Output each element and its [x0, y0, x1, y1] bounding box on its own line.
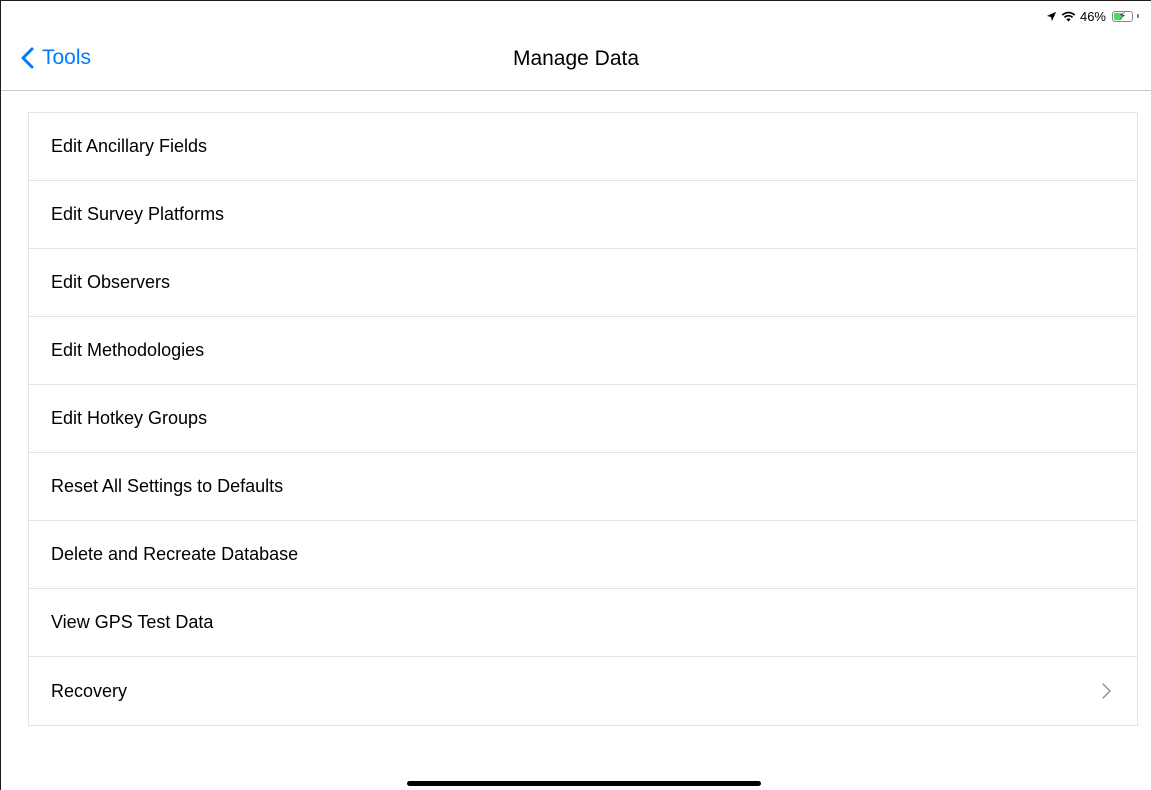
- manage-data-list: Edit Ancillary Fields Edit Survey Platfor…: [28, 112, 1138, 726]
- battery-nub: [1137, 14, 1139, 18]
- list-item-delete-and-recreate-database[interactable]: Delete and Recreate Database: [29, 521, 1137, 589]
- list-item-recovery[interactable]: Recovery: [29, 657, 1137, 725]
- list-item-label: Edit Methodologies: [51, 340, 205, 360]
- list-item-edit-ancillary-fields[interactable]: Edit Ancillary Fields: [29, 113, 1137, 181]
- list-item-reset-all-settings-to-defaults[interactable]: Reset All Settings to Defaults: [29, 453, 1137, 521]
- list-item-label: Edit Hotkey Groups: [51, 408, 208, 428]
- page-title: Manage Data: [512, 47, 640, 70]
- list-item-label: Reset All Settings to Defaults: [51, 476, 284, 496]
- location-arrow-icon: [1046, 11, 1057, 22]
- list-item-edit-methodologies[interactable]: Edit Methodologies: [29, 317, 1137, 385]
- list-item-edit-observers[interactable]: Edit Observers: [29, 249, 1137, 317]
- battery-percent: 46%: [1079, 8, 1106, 24]
- list-item-edit-survey-platforms[interactable]: Edit Survey Platforms: [29, 181, 1137, 249]
- list-item-label: View GPS Test Data: [51, 612, 214, 632]
- status-bar: 46% ⚡: [1046, 7, 1139, 25]
- home-indicator[interactable]: [407, 781, 761, 786]
- battery-charging-icon: ⚡: [1112, 10, 1133, 22]
- charging-bolt-icon: ⚡: [1118, 10, 1127, 22]
- list-item-view-gps-test-data[interactable]: View GPS Test Data: [29, 589, 1137, 657]
- list-item-label: Recovery: [51, 680, 128, 701]
- list-item-label: Edit Ancillary Fields: [51, 136, 208, 156]
- wifi-icon: [1061, 11, 1076, 22]
- list-item-label: Edit Survey Platforms: [51, 204, 225, 224]
- chevron-right-icon: [1102, 683, 1111, 699]
- screen: 46% ⚡ Tools Manage Data Edit Ancillary F…: [0, 0, 1151, 790]
- navigation-bar: Tools Manage Data: [1, 29, 1151, 91]
- list-item-label: Edit Observers: [51, 272, 171, 292]
- list-item-edit-hotkey-groups[interactable]: Edit Hotkey Groups: [29, 385, 1137, 453]
- list-item-label: Delete and Recreate Database: [51, 544, 299, 564]
